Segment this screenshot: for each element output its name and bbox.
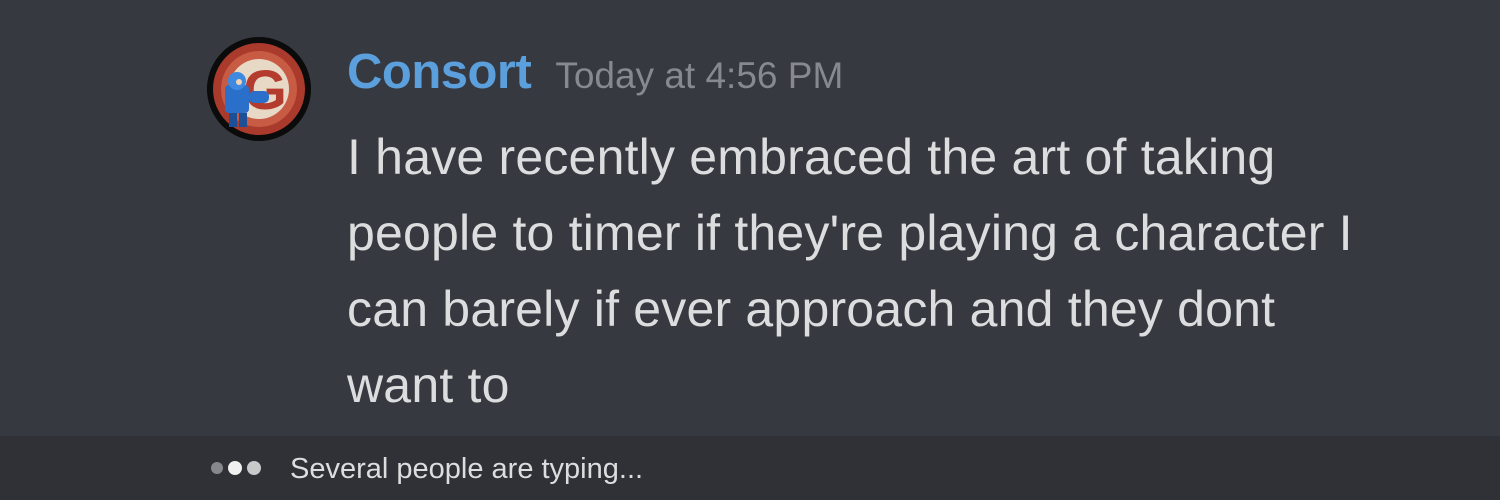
- chat-message: G Consort Today at 4:56 PM I have recent…: [0, 0, 1500, 436]
- chat-area: G Consort Today at 4:56 PM I have recent…: [0, 0, 1500, 500]
- user-avatar-icon[interactable]: G: [207, 37, 311, 141]
- message-content: I have recently embraced the art of taki…: [347, 129, 1353, 413]
- typing-dot: [211, 462, 223, 474]
- typing-dot: [247, 461, 261, 475]
- avatar-letter: G: [243, 58, 287, 121]
- typing-dot: [228, 461, 242, 475]
- typing-dots-icon: [211, 460, 266, 476]
- message-timestamp: Today at 4:56 PM: [555, 55, 844, 96]
- message-header: Consort Today at 4:56 PM: [347, 44, 843, 106]
- username[interactable]: Consort: [347, 44, 532, 100]
- typing-indicator-text: Several people are typing...: [290, 453, 644, 485]
- typing-indicator-bar: Several people are typing...: [0, 436, 1500, 500]
